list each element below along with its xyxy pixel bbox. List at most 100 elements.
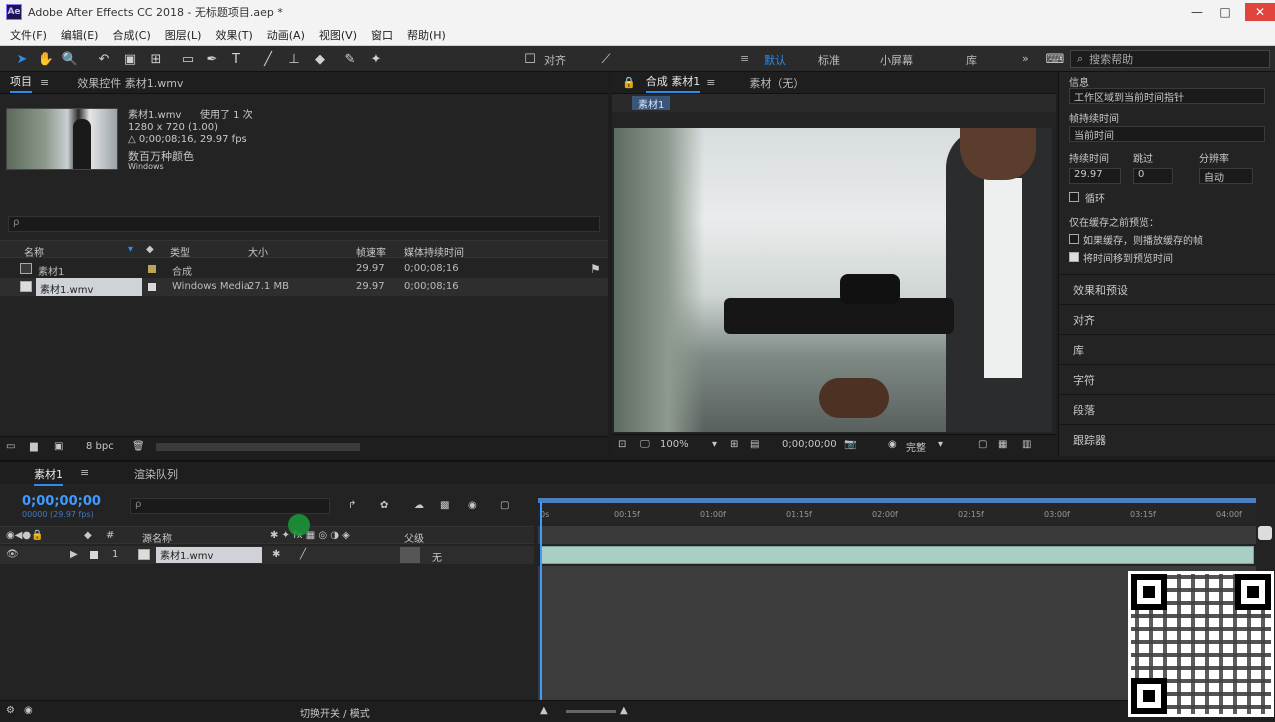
sort-chevron-down-icon[interactable]: ▾ (128, 244, 133, 255)
fast-preview-icon[interactable]: ▦ (998, 439, 1007, 450)
comp-button-icon[interactable] (1258, 526, 1272, 540)
toggle-switches-modes[interactable]: 切换开关 / 模式 (300, 705, 370, 720)
tab-menu-icon[interactable]: ≡ (80, 466, 89, 479)
pen-tool-icon[interactable]: ✒ (202, 49, 222, 69)
label-column-icon[interactable]: ◆ (84, 530, 92, 541)
horizontal-scrollbar[interactable] (156, 443, 360, 451)
puppet-tool-icon[interactable]: ✦ (366, 49, 386, 69)
timeline-layer-row[interactable]: 👁 ▶ 1 素材1.wmv ✱ ╱ 无 (0, 546, 534, 564)
playhead[interactable] (540, 502, 542, 702)
menu-file[interactable]: 文件(F) (10, 27, 47, 43)
zoom-tool-icon[interactable]: 🔍 (60, 49, 80, 69)
snap-checkbox-icon[interactable]: ☐ (520, 49, 540, 69)
workspace-overflow-icon[interactable]: » (1022, 52, 1029, 65)
tab-timeline-comp[interactable]: 素材1 (34, 466, 63, 486)
minimize-button[interactable]: — (1186, 3, 1208, 21)
shy-layers-icon[interactable]: ☁ (414, 500, 424, 511)
flowchart-icon[interactable]: ⚑ (590, 262, 601, 276)
composition-viewer[interactable] (614, 128, 1052, 432)
label-tag-icon[interactable]: ◆ (146, 244, 154, 255)
section-effects-presets[interactable]: 效果和预设 (1059, 274, 1275, 300)
type-tool-icon[interactable]: T (226, 49, 246, 69)
timeline-current-time[interactable]: 0;00;00;00 (22, 494, 101, 509)
menu-edit[interactable]: 编辑(E) (61, 27, 99, 43)
search-help-input[interactable]: ⌕ 搜索帮助 (1070, 50, 1270, 68)
expand-transfer-controls-icon[interactable]: ◉ (24, 705, 33, 716)
layer-switch-icon[interactable]: ✱ (272, 549, 280, 560)
workspace-small-screen[interactable]: 小屏幕 (880, 52, 913, 68)
region-of-interest-icon[interactable]: ▢ (978, 439, 987, 450)
menu-layer[interactable]: 图层(L) (165, 27, 202, 43)
label-color[interactable] (148, 283, 156, 291)
col-type[interactable]: 类型 (170, 244, 190, 259)
parent-pickwhip-icon[interactable] (400, 547, 420, 563)
camera-tool-icon[interactable]: ▣ (120, 49, 140, 69)
resolution-chevron-down-icon[interactable]: ▾ (938, 439, 943, 450)
col-source-name[interactable]: 源名称 (142, 530, 172, 545)
brush-tool-icon[interactable]: ╱ (258, 49, 278, 69)
comp-mini-flowchart-icon[interactable]: ↱ (348, 500, 356, 511)
section-library[interactable]: 库 (1059, 334, 1275, 360)
maximize-button[interactable]: □ (1214, 3, 1236, 21)
pan-behind-tool-icon[interactable]: ⊞ (146, 49, 166, 69)
3d-view-icon[interactable]: ▥ (1022, 439, 1031, 450)
draft-3d-icon[interactable]: ✿ (380, 500, 388, 511)
graph-editor-icon[interactable]: ▢ (500, 500, 509, 511)
workspace-library[interactable]: 库 (966, 52, 977, 68)
grid-icon[interactable]: ⊞ (730, 439, 738, 450)
layer-number-column[interactable]: # (106, 530, 114, 541)
layer-duration-bar[interactable] (540, 546, 1254, 564)
col-parent[interactable]: 父级 (404, 530, 424, 545)
motion-blur-icon[interactable]: ◉ (468, 500, 477, 511)
timeline-zoom-slider[interactable] (566, 710, 616, 713)
new-folder-icon[interactable]: ▆ (30, 441, 38, 452)
menu-animation[interactable]: 动画(A) (267, 27, 305, 43)
resolution-field[interactable]: 自动 (1199, 168, 1253, 184)
expand-triangle-icon[interactable]: ▶ (70, 549, 78, 560)
zoom-out-mountain-icon[interactable]: ▲ (540, 705, 548, 716)
table-row[interactable]: 素材1.wmv Windows Media 27.1 MB 29.97 0;00… (0, 278, 608, 296)
menu-view[interactable]: 视图(V) (319, 27, 357, 43)
always-preview-icon[interactable]: ⊡ (618, 439, 626, 450)
col-duration[interactable]: 媒体持续时间 (404, 244, 464, 259)
move-time-checkbox[interactable] (1069, 252, 1079, 262)
lock-icon[interactable]: 🔒 (622, 76, 636, 89)
close-button[interactable]: ✕ (1245, 3, 1275, 21)
new-composition-icon[interactable]: ▣ (54, 441, 63, 452)
fps-field[interactable]: 29.97 (1069, 168, 1121, 184)
snapshot-camera-icon[interactable]: 📷 (844, 439, 856, 450)
label-color[interactable] (148, 265, 156, 273)
menu-composition[interactable]: 合成(C) (112, 27, 150, 43)
eraser-tool-icon[interactable]: ◆ (310, 49, 330, 69)
rectangle-tool-icon[interactable]: ▭ (178, 49, 198, 69)
skip-field[interactable]: 0 (1133, 168, 1173, 184)
col-size[interactable]: 大小 (248, 244, 268, 259)
snap-options-icon[interactable]: ⟋ (596, 49, 616, 69)
breadcrumb-comp[interactable]: 素材1 (632, 96, 671, 111)
tab-composition[interactable]: 合成 素材1 (645, 73, 701, 93)
zoom-in-mountain-icon[interactable]: ▲ (620, 705, 628, 716)
tab-render-queue[interactable]: 渲染队列 (134, 466, 178, 482)
workspace-standard[interactable]: 标准 (818, 52, 840, 68)
menu-help[interactable]: 帮助(H) (407, 27, 446, 43)
visibility-eye-icon[interactable]: 👁 (6, 549, 19, 560)
layer-quality-icon[interactable]: ╱ (300, 549, 306, 560)
menu-window[interactable]: 窗口 (371, 27, 393, 43)
work-area-bar[interactable] (538, 498, 1256, 503)
workspace-menu-icon[interactable]: ≡ (740, 52, 749, 65)
keyboard-icon[interactable]: ⌨ (1044, 49, 1066, 69)
parent-dropdown[interactable]: 无 (432, 549, 442, 564)
frame-dropdown[interactable]: 当前时间 (1069, 126, 1265, 142)
transparency-icon[interactable]: ▤ (750, 439, 759, 450)
cache-checkbox[interactable] (1069, 234, 1079, 244)
col-name[interactable]: 名称 (24, 244, 44, 259)
trash-icon[interactable]: 🗑 (132, 441, 145, 452)
rotate-tool-icon[interactable]: ↶ (94, 49, 114, 69)
tab-menu-icon[interactable]: ≡ (40, 76, 49, 89)
timeline-search-input[interactable]: ρ (130, 498, 330, 514)
zoom-chevron-down-icon[interactable]: ▾ (712, 439, 717, 450)
show-channel-icon[interactable]: ◉ (888, 439, 897, 450)
hand-tool-icon[interactable]: ✋ (36, 49, 56, 69)
roto-brush-tool-icon[interactable]: ✎ (340, 49, 360, 69)
layer-switches-icons[interactable]: ✱ ✦ fx ▦ ◎ ◑ ◈ (270, 530, 350, 541)
